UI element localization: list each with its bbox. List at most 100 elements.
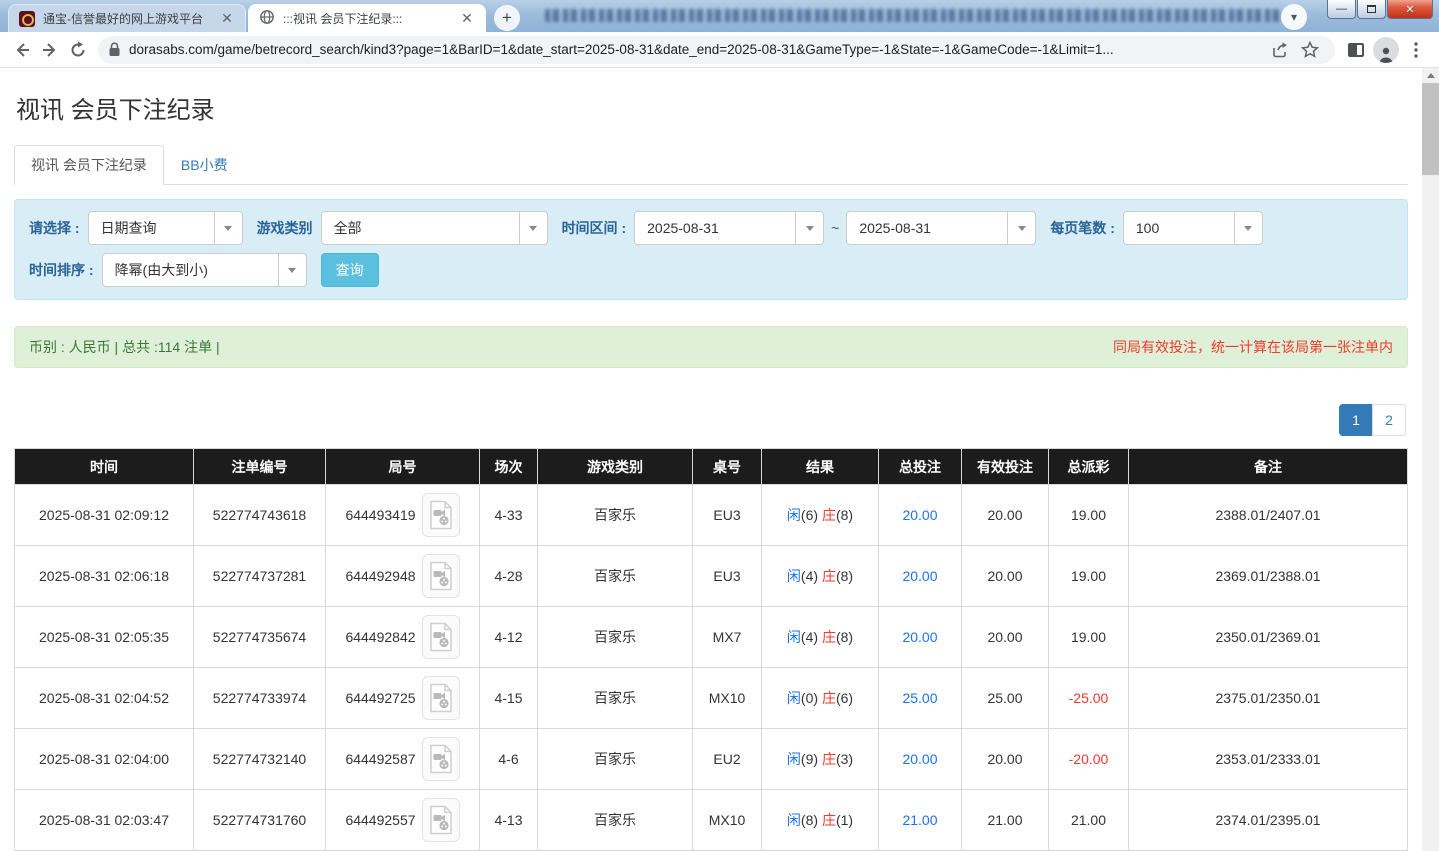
video-replay-button[interactable] bbox=[421, 798, 460, 842]
sort-select[interactable]: 降幂(由大到小) bbox=[101, 253, 307, 287]
total-bet-link[interactable]: 21.00 bbox=[902, 812, 937, 828]
result-player-label: 闲 bbox=[786, 629, 801, 645]
table-row: 2025-08-31 02:09:12 522774743618 6444934… bbox=[14, 484, 1408, 546]
bet-records-table: 时间 注单编号 局号 场次 游戏类别 桌号 结果 总投注 有效投注 总派彩 备注… bbox=[14, 448, 1408, 851]
page-button-2[interactable]: 2 bbox=[1372, 404, 1406, 436]
cell-round-no: 644492557 bbox=[325, 789, 480, 851]
close-window-button[interactable]: ✕ bbox=[1387, 0, 1433, 19]
tab-close-icon[interactable]: ✕ bbox=[459, 11, 475, 27]
browser-tab-2[interactable]: :::视讯 会员下注纪录::: ✕ bbox=[248, 4, 486, 32]
cell-note: 2369.01/2388.01 bbox=[1128, 545, 1408, 607]
cell-session: 4-12 bbox=[479, 606, 538, 668]
browser-toolbar: dorasabs.com/game/betrecord_search/kind3… bbox=[0, 32, 1439, 68]
scrollbar-thumb[interactable] bbox=[1422, 83, 1439, 175]
back-icon bbox=[16, 42, 29, 57]
cell-payout: 21.00 bbox=[1048, 789, 1129, 851]
result-banker-score: (8) bbox=[835, 568, 854, 584]
back-button[interactable] bbox=[8, 36, 36, 64]
video-icon bbox=[429, 744, 452, 774]
result-player-score: (4) bbox=[800, 568, 819, 584]
result-player-score: (8) bbox=[800, 812, 819, 828]
total-bet-link[interactable]: 25.00 bbox=[902, 690, 937, 706]
tongbao-favicon-icon bbox=[19, 10, 35, 27]
result-player-label: 闲 bbox=[786, 690, 801, 706]
cell-result: 闲(6) 庄(8) bbox=[761, 484, 879, 546]
cell-result: 闲(4) 庄(8) bbox=[761, 606, 879, 668]
round-no-text: 644492557 bbox=[345, 812, 416, 828]
video-replay-button[interactable] bbox=[421, 554, 460, 598]
range-separator: ~ bbox=[831, 220, 840, 236]
tab-bb-tips[interactable]: BB小费 bbox=[164, 145, 245, 185]
total-bet-link[interactable]: 20.00 bbox=[902, 629, 937, 645]
cell-session: 4-6 bbox=[479, 728, 538, 790]
reload-button[interactable] bbox=[64, 36, 92, 64]
cell-payout: 19.00 bbox=[1048, 484, 1129, 546]
share-button[interactable] bbox=[1265, 36, 1295, 64]
result-player-score: (0) bbox=[800, 690, 819, 706]
cell-table-no: EU2 bbox=[692, 728, 762, 790]
filter-panel: 请选择 : 日期查询 游戏类别 全部 时间区间 : 2025-08-31 ~ 2… bbox=[14, 199, 1408, 300]
caret-down-icon bbox=[213, 212, 242, 244]
page-button-1[interactable]: 1 bbox=[1339, 404, 1373, 436]
tab-close-icon[interactable]: ✕ bbox=[219, 11, 235, 27]
cell-table-no: MX10 bbox=[692, 667, 762, 729]
page-size-select[interactable]: 100 bbox=[1122, 211, 1263, 245]
browser-tab-1[interactable]: 通宝-信誉最好的网上游戏平台 ✕ bbox=[8, 4, 246, 32]
date-start-select[interactable]: 2025-08-31 bbox=[634, 211, 825, 245]
table-header-row: 时间 注单编号 局号 场次 游戏类别 桌号 结果 总投注 有效投注 总派彩 备注 bbox=[14, 448, 1408, 485]
bet-table-body: 2025-08-31 02:09:12 522774743618 6444934… bbox=[14, 484, 1408, 851]
scroll-up-icon[interactable] bbox=[1422, 68, 1439, 83]
page-scrollbar[interactable] bbox=[1422, 68, 1439, 851]
video-replay-button[interactable] bbox=[421, 493, 460, 537]
result-banker-label: 庄 bbox=[821, 690, 836, 706]
result-banker-label: 庄 bbox=[821, 812, 836, 828]
cell-table-no: MX10 bbox=[692, 789, 762, 851]
browser-tab-title: :::视讯 会员下注纪录::: bbox=[283, 12, 403, 26]
caret-down-icon bbox=[277, 254, 306, 286]
table-row: 2025-08-31 02:03:47 522774731760 6444925… bbox=[14, 789, 1408, 851]
video-replay-button[interactable] bbox=[421, 615, 460, 659]
cell-round-no: 644492587 bbox=[325, 728, 480, 790]
cell-session: 4-15 bbox=[479, 667, 538, 729]
query-type-select[interactable]: 日期查询 bbox=[87, 211, 243, 245]
cell-time: 2025-08-31 02:04:00 bbox=[14, 728, 194, 790]
video-icon bbox=[429, 683, 452, 713]
video-replay-button[interactable] bbox=[421, 737, 460, 781]
bookmark-button[interactable] bbox=[1295, 36, 1325, 64]
cell-round-no: 644493419 bbox=[325, 484, 480, 546]
result-player-score: (6) bbox=[800, 507, 819, 523]
total-bet-link[interactable]: 20.00 bbox=[902, 568, 937, 584]
game-category-select[interactable]: 全部 bbox=[320, 211, 548, 245]
cell-table-no: MX7 bbox=[692, 606, 762, 668]
total-bet-link[interactable]: 20.00 bbox=[902, 751, 937, 767]
video-icon bbox=[429, 500, 452, 530]
forward-button[interactable] bbox=[36, 36, 64, 64]
date-end-select[interactable]: 2025-08-31 bbox=[846, 211, 1037, 245]
cell-valid-bet: 21.00 bbox=[961, 789, 1049, 851]
profile-button[interactable] bbox=[1371, 36, 1401, 64]
total-bet-link[interactable]: 20.00 bbox=[902, 507, 937, 523]
minimize-button[interactable]: — bbox=[1327, 0, 1356, 19]
restore-button[interactable] bbox=[1357, 0, 1386, 19]
col-round-no: 局号 bbox=[325, 448, 480, 485]
result-banker-label: 庄 bbox=[821, 507, 836, 523]
url-text[interactable]: dorasabs.com/game/betrecord_search/kind3… bbox=[129, 42, 1265, 57]
side-panel-button[interactable] bbox=[1341, 36, 1371, 64]
lock-icon bbox=[109, 42, 120, 56]
video-replay-button[interactable] bbox=[421, 676, 460, 720]
search-button[interactable]: 查询 bbox=[320, 253, 379, 287]
browser-tab-title: 通宝-信誉最好的网上游戏平台 bbox=[43, 12, 203, 26]
cell-note: 2375.01/2350.01 bbox=[1128, 667, 1408, 729]
new-tab-button[interactable]: + bbox=[494, 5, 520, 31]
caret-down-icon bbox=[518, 212, 547, 244]
tab-search-chevron-button[interactable]: ▾ bbox=[1281, 4, 1307, 30]
cell-bet-no: 522774733974 bbox=[193, 667, 326, 729]
browser-menu-button[interactable] bbox=[1401, 36, 1431, 64]
tab-bet-records[interactable]: 视讯 会员下注纪录 bbox=[14, 145, 164, 185]
cell-valid-bet: 20.00 bbox=[961, 728, 1049, 790]
cell-time: 2025-08-31 02:04:52 bbox=[14, 667, 194, 729]
result-player-label: 闲 bbox=[786, 751, 801, 767]
col-note: 备注 bbox=[1128, 448, 1408, 485]
address-bar[interactable]: dorasabs.com/game/betrecord_search/kind3… bbox=[98, 35, 1335, 64]
page-title: 视讯 会员下注纪录 bbox=[16, 97, 215, 124]
